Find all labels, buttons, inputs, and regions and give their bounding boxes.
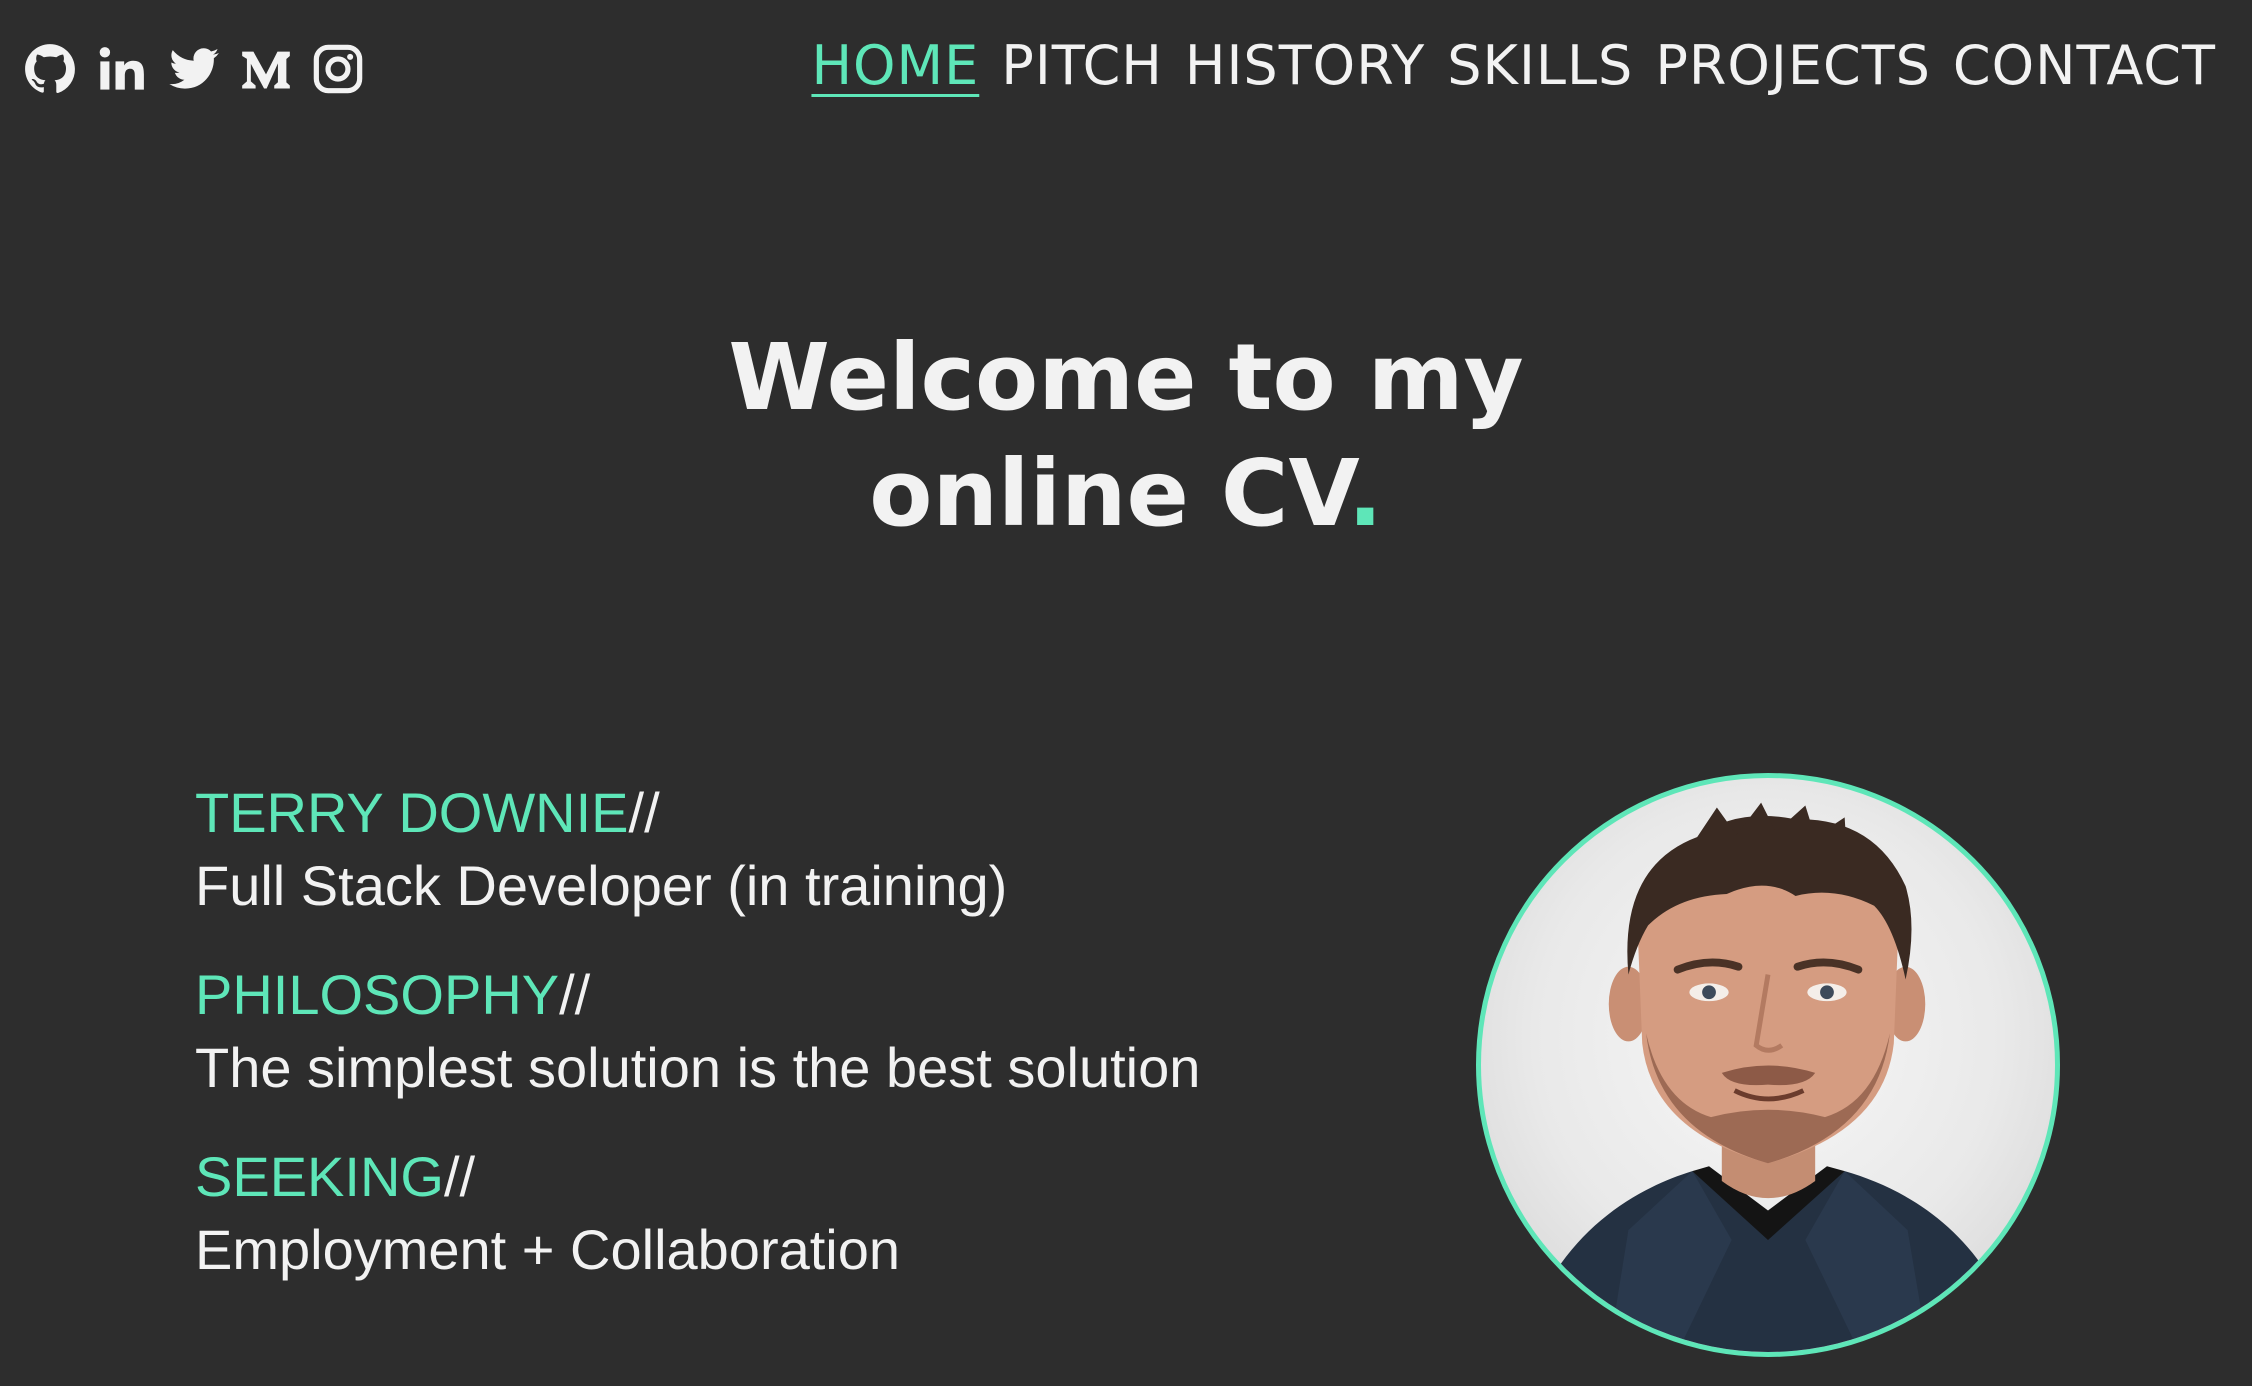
hero-title-line2: online CV. bbox=[0, 436, 2252, 552]
github-link[interactable] bbox=[24, 43, 76, 95]
nav-contact[interactable]: CONTACT bbox=[1953, 28, 2216, 104]
medium-icon bbox=[242, 51, 290, 89]
portrait-illustration bbox=[1520, 802, 2022, 1352]
seeking-label: SEEKING// bbox=[195, 1142, 1395, 1212]
hero-accent-dot: . bbox=[1347, 440, 1383, 547]
hero-title-line1: Welcome to my bbox=[728, 324, 1524, 431]
name-label: TERRY DOWNIE// bbox=[195, 778, 1395, 848]
hero-title-text: online CV bbox=[869, 440, 1348, 547]
page: HOME PITCH HISTORY SKILLS PROJECTS CONTA… bbox=[0, 0, 2252, 1386]
philosophy-label: PHILOSOPHY// bbox=[195, 960, 1395, 1030]
twitter-link[interactable] bbox=[168, 43, 220, 95]
profile-photo bbox=[1476, 773, 2060, 1357]
nav-history[interactable]: HISTORY bbox=[1185, 28, 1425, 104]
main-nav: HOME PITCH HISTORY SKILLS PROJECTS CONTA… bbox=[811, 28, 2216, 104]
instagram-icon bbox=[313, 44, 363, 94]
seeking-label-text: SEEKING bbox=[195, 1145, 444, 1208]
seeking-text: Employment + Collaboration bbox=[195, 1218, 901, 1281]
linkedin-icon bbox=[99, 47, 144, 90]
name-label-text: TERRY DOWNIE bbox=[195, 781, 629, 844]
separator: // bbox=[559, 963, 591, 1026]
medium-link[interactable] bbox=[240, 43, 292, 95]
nav-home[interactable]: HOME bbox=[811, 28, 979, 104]
nav-skills[interactable]: SKILLS bbox=[1447, 28, 1633, 104]
social-links bbox=[24, 38, 364, 100]
separator: // bbox=[628, 781, 660, 844]
profile-info: TERRY DOWNIE// Full Stack Developer (in … bbox=[195, 778, 1395, 1324]
nav-projects[interactable]: PROJECTS bbox=[1655, 28, 1931, 104]
nav-pitch[interactable]: PITCH bbox=[1001, 28, 1163, 104]
role-text: Full Stack Developer (in training) bbox=[195, 854, 1008, 917]
info-seeking-block: SEEKING// Employment + Collaboration bbox=[195, 1142, 1395, 1288]
linkedin-link[interactable] bbox=[96, 43, 148, 95]
info-name-block: TERRY DOWNIE// Full Stack Developer (in … bbox=[195, 778, 1395, 924]
hero-title: Welcome to my online CV. bbox=[0, 320, 2252, 552]
instagram-link[interactable] bbox=[312, 43, 364, 95]
info-philosophy-block: PHILOSOPHY// The simplest solution is th… bbox=[195, 960, 1395, 1106]
philosophy-text: The simplest solution is the best soluti… bbox=[195, 1036, 1201, 1099]
philosophy-label-text: PHILOSOPHY bbox=[195, 963, 560, 1026]
github-icon bbox=[25, 44, 75, 94]
separator: // bbox=[443, 1145, 476, 1208]
twitter-icon bbox=[169, 48, 219, 89]
